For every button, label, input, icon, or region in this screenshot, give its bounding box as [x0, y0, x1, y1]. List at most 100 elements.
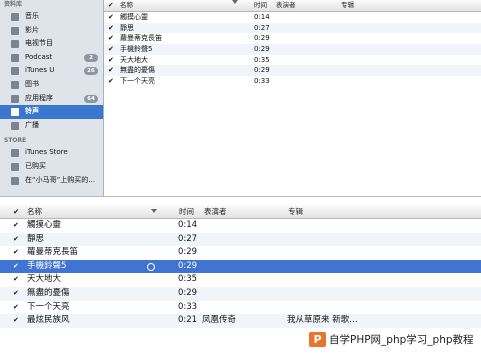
- table-row[interactable]: ✔ 手機鈴聲5 0:29: [104, 44, 481, 55]
- sidebar-item[interactable]: 广播: [0, 119, 103, 133]
- song-time: 0:29: [178, 247, 198, 258]
- sidebar-item[interactable]: 影片: [0, 24, 103, 38]
- sidebar: 资料库 音乐 影片 电视节目 Podcast 2 iTunes U 26 图书应用程序 64 铃声…: [0, 0, 104, 196]
- bell-icon: [11, 108, 19, 117]
- bottom-list-header: ✔ 名称 时间 表演者 专辑: [0, 205, 481, 219]
- sidebar-item-label: 铃声: [25, 107, 39, 116]
- song-name: 下一个天亮: [27, 301, 70, 312]
- watermark-logo: P: [309, 332, 326, 347]
- purchased-icon: [11, 162, 19, 171]
- table-row[interactable]: ✔ 下一个天亮 0:33: [104, 76, 481, 87]
- table-row[interactable]: ✔ 天大地大 0:35: [0, 273, 481, 287]
- sort-arrow-icon[interactable]: [151, 209, 157, 213]
- row-checkbox[interactable]: ✔: [108, 23, 114, 34]
- row-checkbox[interactable]: ✔: [13, 287, 19, 301]
- tv-icon: [11, 40, 19, 49]
- song-time: 0:29: [254, 34, 270, 43]
- track-options-icon[interactable]: [147, 262, 155, 271]
- song-name: 蘿曼蒂克長笛: [27, 247, 79, 258]
- select-all-checkbox[interactable]: ✔: [108, 0, 113, 11]
- table-row[interactable]: ✔ 觸摸心靈 0:14: [104, 12, 481, 23]
- podcast-icon: [11, 53, 19, 62]
- sidebar-item-label: 已购买: [25, 161, 46, 170]
- top-window: 资料库 音乐 影片 电视节目 Podcast 2 iTunes U 26 图书应用程序 64 铃声…: [0, 0, 481, 197]
- book-icon: [11, 80, 19, 89]
- song-name: 天大地大: [27, 274, 62, 285]
- song-name: 蘿曼蒂克長笛: [120, 34, 162, 43]
- row-checkbox[interactable]: ✔: [13, 273, 19, 287]
- film-icon: [11, 26, 19, 35]
- top-song-list: ✔ 名称 时间 表演者 专辑 ✔ 觸摸心靈 0:14 ✔ 靜思 0:27 ✔ 蘿曼蒂克長笛 0:…: [104, 0, 481, 196]
- column-name-header[interactable]: 名称: [120, 0, 133, 11]
- table-row[interactable]: ✔ 手機鈴聲5 0:29: [0, 259, 481, 274]
- sidebar-item-label: 应用程序: [25, 93, 53, 102]
- sidebar-item[interactable]: iTunes Store: [0, 146, 103, 160]
- row-checkbox[interactable]: ✔: [108, 44, 114, 55]
- watermark-text: 自学PHP网_php学习_php教程: [329, 334, 474, 346]
- sidebar-item[interactable]: 铃声: [0, 105, 103, 119]
- sidebar-item[interactable]: 已购买: [0, 160, 103, 174]
- sidebar-item[interactable]: 应用程序 64: [0, 92, 103, 106]
- sidebar-item[interactable]: iTunes U 26: [0, 64, 103, 78]
- song-name: 觸摸心靈: [27, 220, 62, 230]
- row-checkbox[interactable]: ✔: [108, 12, 114, 23]
- column-artist-header[interactable]: 表演者: [204, 205, 227, 218]
- song-time: 0:33: [254, 77, 270, 86]
- sidebar-item[interactable]: Podcast 2: [0, 51, 103, 65]
- sidebar-item-label: Podcast: [25, 52, 53, 61]
- sidebar-item-label: 图书: [25, 79, 39, 88]
- column-artist-header[interactable]: 表演者: [276, 0, 296, 11]
- table-row[interactable]: ✔ 蘿曼蒂克長笛 0:29: [104, 33, 481, 44]
- column-album-header[interactable]: 专辑: [288, 205, 303, 218]
- sidebar-count-badge: 26: [84, 67, 98, 76]
- table-row[interactable]: ✔ 蘿曼蒂克長笛 0:29: [0, 246, 481, 260]
- row-checkbox[interactable]: ✔: [13, 260, 19, 274]
- song-time: 0:35: [254, 55, 270, 64]
- sidebar-item[interactable]: 图书: [0, 78, 103, 92]
- song-time: 0:29: [178, 287, 198, 298]
- column-album-header[interactable]: 专辑: [341, 0, 354, 11]
- graduation-cap-icon: [11, 67, 19, 76]
- song-time: 0:29: [254, 66, 270, 75]
- row-checkbox[interactable]: ✔: [108, 55, 114, 66]
- song-name: 最炫民族风: [27, 315, 70, 326]
- table-row[interactable]: ✔ 靜思 0:27: [104, 22, 481, 34]
- table-row[interactable]: ✔ 靜思 0:27: [0, 232, 481, 247]
- song-name: 手機鈴聲5: [27, 260, 67, 271]
- sidebar-item[interactable]: 电视节目: [0, 37, 103, 51]
- row-checkbox[interactable]: ✔: [13, 233, 19, 247]
- sidebar-item-label: 电视节目: [25, 39, 53, 48]
- sidebar-count-badge: 2: [84, 53, 98, 62]
- song-time: 0:14: [178, 220, 198, 230]
- row-checkbox[interactable]: ✔: [13, 246, 19, 260]
- row-checkbox[interactable]: ✔: [13, 301, 19, 315]
- table-row[interactable]: ✔ 觸摸心靈 0:14: [0, 219, 481, 233]
- column-time-header[interactable]: 时间: [254, 0, 267, 11]
- column-time-header[interactable]: 时间: [179, 205, 194, 218]
- table-row[interactable]: ✔ 下一个天亮 0:33: [0, 301, 481, 315]
- table-row[interactable]: ✔ 最炫民族风 0:21 凤凰传奇 我从草原来 新歌…: [0, 314, 481, 328]
- watermark: P 自学PHP网_php学习_php教程: [307, 329, 477, 351]
- song-name: 下一个天亮: [120, 77, 155, 86]
- song-name: 天大地大: [120, 55, 148, 64]
- row-checkbox[interactable]: ✔: [108, 76, 114, 87]
- sidebar-item[interactable]: 在“小马哥”上购买的…: [0, 174, 103, 188]
- store-icon: [11, 149, 19, 158]
- song-time: 0:33: [178, 301, 198, 312]
- song-name: 手機鈴聲5: [120, 45, 153, 54]
- sort-arrow-icon[interactable]: [232, 0, 238, 4]
- library-heading: 资料库: [4, 1, 23, 8]
- row-checkbox[interactable]: ✔: [13, 314, 19, 328]
- row-checkbox[interactable]: ✔: [13, 219, 19, 233]
- row-checkbox[interactable]: ✔: [108, 65, 114, 76]
- sidebar-item-label: 在“小马哥”上购买的…: [25, 175, 96, 184]
- column-name-header[interactable]: 名称: [27, 205, 42, 218]
- song-name: 無盡的憂傷: [27, 287, 70, 298]
- store-heading: STORE: [4, 137, 27, 145]
- select-all-checkbox[interactable]: ✔: [13, 205, 19, 218]
- table-row[interactable]: ✔ 無盡的憂傷 0:29: [104, 65, 481, 77]
- sidebar-item[interactable]: 音乐: [0, 10, 103, 24]
- table-row[interactable]: ✔ 天大地大 0:35: [104, 55, 481, 66]
- row-checkbox[interactable]: ✔: [108, 33, 114, 44]
- table-row[interactable]: ✔ 無盡的憂傷 0:29: [0, 286, 481, 301]
